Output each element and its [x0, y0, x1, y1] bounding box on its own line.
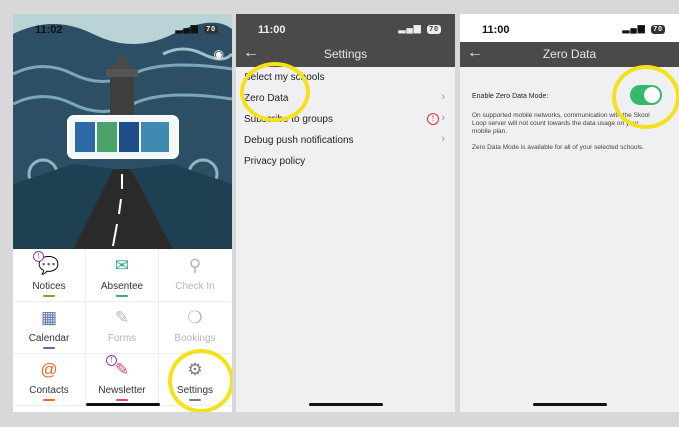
status-icons: ▂▄▆ 70 — [398, 23, 441, 34]
hero-artwork: 11:02 ▂▄▆ 70 ◉ — [13, 14, 232, 249]
battery-icon: 70 — [651, 25, 665, 34]
battery-icon: 70 — [427, 25, 441, 34]
tile-notices[interactable]: 💬! Notices — [13, 249, 86, 302]
alert-badge-icon: ! — [33, 251, 44, 262]
newsletter-icon: ✎! — [106, 355, 136, 381]
page-title: Settings — [323, 47, 368, 61]
settings-row-debug-push-notifications[interactable]: Debug push notifications › — [236, 130, 455, 151]
nav-bar: ← Zero Data — [460, 42, 679, 67]
tile-accent-bar — [116, 295, 128, 297]
chevron-right-icon: › — [441, 112, 445, 124]
row-label: Privacy policy — [244, 156, 306, 167]
calendar-icon: ▦ — [40, 308, 58, 327]
tile-absentee[interactable]: ✉ Absentee — [86, 249, 159, 302]
home-indicator — [532, 403, 607, 406]
envelope-icon: ✉ — [114, 256, 130, 275]
tile-forms[interactable]: ✎ Forms — [86, 301, 159, 354]
status-time: 11:02 — [35, 24, 63, 36]
location-pin-icon: ⚲ — [188, 256, 202, 275]
home-screen: 11:02 ▂▄▆ 70 ◉ 💬! Notices ✉ Absentee ⚲ Check … — [13, 14, 232, 412]
tile-label: Absentee — [100, 281, 144, 292]
highlight-circle — [168, 349, 232, 412]
toggle-label: Enable Zero Data Mode: — [472, 93, 549, 100]
chat-bubbles-icon: ❍ — [187, 308, 203, 327]
speech-bubble-icon: 💬! — [33, 251, 63, 277]
tile-accent-bar — [43, 399, 55, 401]
row-label: Debug push notifications — [244, 135, 354, 146]
lighthouse-road-illustration — [13, 14, 232, 249]
chevron-right-icon: › — [441, 91, 445, 103]
status-icons: ▂▄▆ 70 — [175, 23, 218, 34]
at-sign-icon: @ — [40, 360, 58, 379]
tile-bookings[interactable]: ❍ Bookings — [159, 301, 231, 354]
zero-data-panel: Enable Zero Data Mode: On supported mobi… — [460, 65, 679, 412]
tile-newsletter[interactable]: ✎! Newsletter — [86, 353, 159, 406]
form-pencil-icon: ✎ — [114, 308, 130, 327]
alert-icon: ! — [427, 113, 439, 125]
tile-label: Contacts — [29, 385, 69, 396]
home-indicator — [85, 403, 160, 406]
status-bar: 11:00 ▂▄▆ 70 — [236, 14, 455, 42]
tile-accent-bar — [43, 295, 55, 297]
home-indicator — [308, 403, 383, 406]
status-time: 11:00 — [258, 24, 286, 36]
tile-accent-bar — [43, 347, 55, 349]
tile-label: Newsletter — [98, 385, 146, 396]
battery-icon: 70 — [204, 25, 218, 34]
tile-accent-bar — [116, 399, 128, 401]
tile-label: Check In — [175, 281, 215, 292]
status-icons: ▂▄▆ 70 — [622, 23, 665, 34]
settings-screen: 11:00 ▂▄▆ 70 ← Settings Select my school… — [236, 14, 455, 412]
tile-label: Bookings — [174, 333, 216, 344]
alert-badge-icon: ! — [106, 355, 117, 366]
status-bar: 11:00 ▂▄▆ 70 — [460, 14, 679, 42]
zero-data-screen: 11:00 ▂▄▆ 70 ← Zero Data Enable Zero Dat… — [460, 14, 679, 412]
highlight-circle — [240, 62, 310, 122]
zero-data-availability: Zero Data Mode is available for all of y… — [472, 144, 644, 151]
status-time: 11:00 — [482, 24, 510, 36]
chevron-right-icon: › — [441, 133, 445, 145]
eye-icon[interactable]: ◉ — [214, 47, 224, 61]
tile-label: Forms — [107, 333, 137, 344]
page-title: Zero Data — [542, 47, 597, 61]
highlight-circle — [612, 65, 679, 129]
menu-grid: 💬! Notices ✉ Absentee ⚲ Check In ▦ Calendar ✎ For… — [13, 249, 232, 412]
tile-contacts[interactable]: @ Contacts — [13, 353, 86, 406]
tile-calendar[interactable]: ▦ Calendar — [13, 301, 86, 354]
tile-label: Calendar — [28, 333, 70, 344]
tile-label: Notices — [32, 281, 66, 292]
tile-check-in[interactable]: ⚲ Check In — [159, 249, 231, 302]
status-bar: 11:02 ▂▄▆ 70 — [13, 14, 232, 42]
settings-row-privacy-policy[interactable]: Privacy policy — [236, 151, 455, 172]
